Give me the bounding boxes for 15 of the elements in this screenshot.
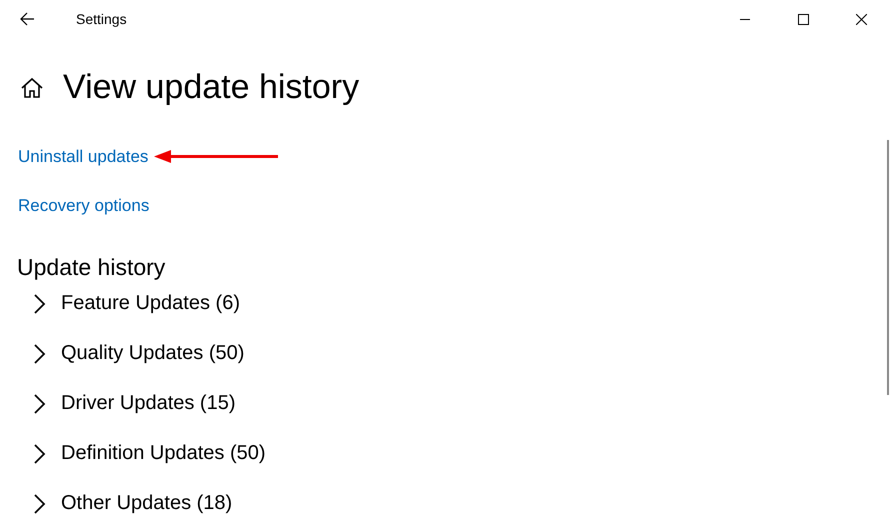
category-item[interactable]: Other Updates (18) [32, 492, 890, 515]
scroll-bar[interactable] [887, 140, 889, 395]
link[interactable]: Uninstall updates [18, 147, 148, 167]
home-icon[interactable] [20, 76, 44, 100]
category-item[interactable]: Driver Updates (15) [32, 392, 890, 415]
maximize-icon [798, 14, 808, 24]
back-icon[interactable] [19, 11, 35, 27]
window-title: Settings [76, 11, 127, 27]
category-item[interactable]: Quality Updates (50) [32, 342, 890, 365]
page-title: View update history [63, 68, 360, 107]
close-icon [856, 14, 866, 24]
category-item[interactable]: Definition Updates (50) [32, 442, 890, 465]
section-title: Update history [17, 254, 166, 281]
category-item[interactable]: Feature Updates (6) [32, 292, 890, 315]
link[interactable]: Recovery options [18, 196, 150, 216]
